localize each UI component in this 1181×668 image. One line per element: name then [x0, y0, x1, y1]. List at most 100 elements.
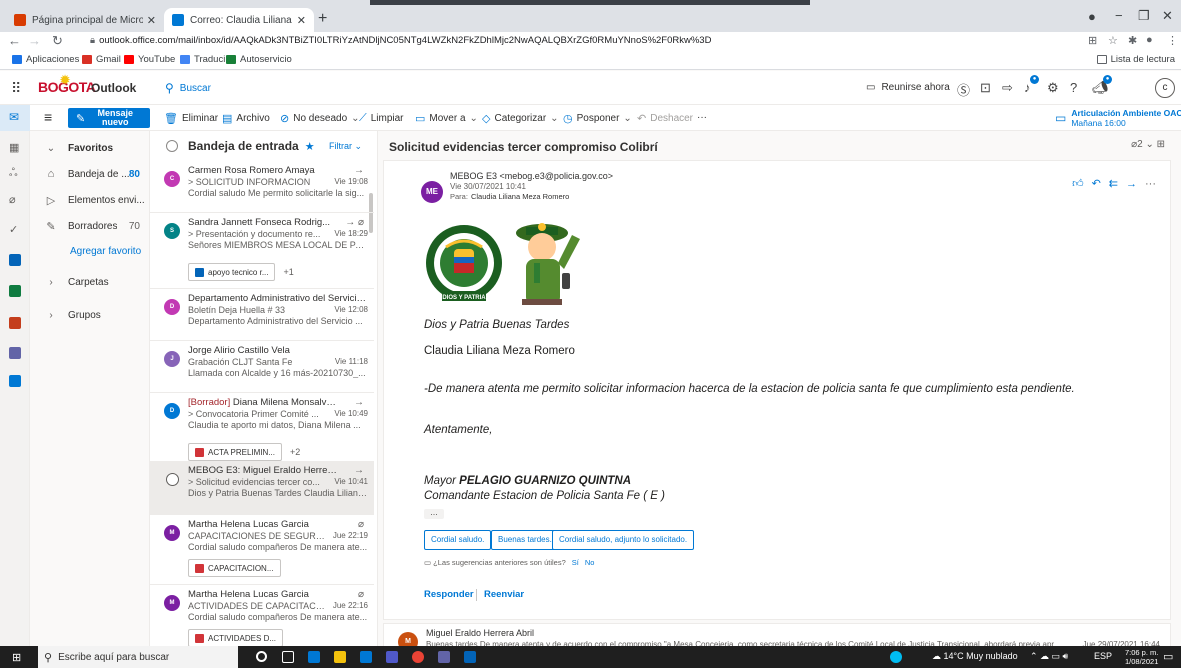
categorize-button[interactable]: ◇ Categorizar ⌄ — [482, 112, 559, 125]
teams-chat-icon[interactable] — [438, 651, 450, 663]
forward-button[interactable]: Reenviar — [484, 589, 524, 600]
select-all-checkbox[interactable] — [166, 140, 178, 152]
more-icon[interactable]: ··· — [1145, 178, 1156, 190]
back-button[interactable]: ← — [8, 33, 21, 48]
delete-button[interactable]: 🗑︎ Eliminar — [164, 112, 218, 125]
select-checkbox[interactable] — [166, 473, 179, 486]
snooze-button[interactable]: ◷ Posponer ⌄ — [563, 112, 632, 125]
reload-button[interactable]: ↻ — [52, 33, 63, 49]
mail-app-icon[interactable] — [360, 651, 372, 663]
attachment-chip[interactable]: ACTIVIDADES D... — [188, 629, 284, 646]
calendar-app-icon[interactable]: ▦ — [9, 141, 19, 154]
skype-icon[interactable]: Ⓢ — [957, 80, 970, 99]
folder-inbox[interactable]: ⌂ Bandeja de ... 80 — [30, 162, 150, 186]
browser-menu-icon[interactable]: ⋮ — [1167, 34, 1178, 47]
teams-taskbar-icon[interactable] — [386, 651, 398, 663]
reply-all-icon[interactable]: ⇇ — [1109, 178, 1126, 190]
word-taskbar-icon[interactable] — [464, 651, 476, 663]
language-indicator[interactable]: ESP — [1094, 651, 1112, 661]
undo-button[interactable]: ↶ Deshacer — [637, 112, 693, 125]
file-explorer-icon[interactable] — [334, 651, 346, 663]
excel-icon[interactable] — [9, 285, 21, 297]
attachment-chip[interactable]: apoyo tecnico r... — [188, 263, 276, 281]
suggested-reply-2[interactable]: Buenas tardes. — [491, 530, 559, 550]
bookmark-star-icon[interactable]: ☆ — [1108, 34, 1118, 47]
bookmark-translate[interactable]: Traducir — [180, 54, 229, 65]
expand-icon[interactable]: ⊞ — [1157, 139, 1165, 150]
action-center-icon[interactable]: ▭ — [1163, 650, 1173, 663]
extensions-icon[interactable]: ✱ — [1128, 34, 1137, 47]
more-attachments[interactable]: +2 — [290, 447, 300, 457]
junk-button[interactable]: ⊘ No deseado ⌄ — [280, 112, 360, 125]
groups-header[interactable]: › Grupos — [30, 303, 150, 327]
weather-widget[interactable]: ☁ 14°C Muy nublado — [932, 651, 1018, 662]
app-launcher-icon[interactable]: ⠿ — [11, 80, 21, 97]
help-icon[interactable]: ? — [1070, 80, 1077, 95]
bookmark-self-service[interactable]: Autoservicio — [226, 54, 292, 65]
close-tab-icon[interactable]: ✕ — [297, 14, 306, 27]
show-quoted-button[interactable]: ... — [424, 508, 444, 519]
list-item[interactable]: D Departamento Administrativo del Servic… — [150, 289, 374, 341]
bookmark-apps[interactable]: Aplicaciones — [12, 54, 79, 65]
suggested-reply-3[interactable]: Cordial saludo, adjunto lo solicitado. — [552, 530, 695, 550]
tray-icons[interactable]: ⌃ ☁ ▭ 🔊︎ — [1030, 651, 1068, 662]
reading-list-button[interactable]: Lista de lectura — [1096, 54, 1175, 65]
move-to-button[interactable]: ▭ Mover a ⌄ — [415, 112, 478, 125]
tab-office-home[interactable]: Página principal de Microsoft Off ✕ — [6, 8, 164, 32]
word-icon[interactable] — [9, 254, 21, 266]
restore-button[interactable]: ❐ — [1138, 8, 1150, 24]
more-attachments[interactable]: +1 — [283, 267, 293, 277]
taskbar-search[interactable]: ⚲ Escribe aquí para buscar — [38, 646, 238, 668]
meet-now-button[interactable]: ▭ Reunirse ahora — [866, 82, 950, 93]
url-field[interactable]: 🔒︎ outlook.office.com/mail/inbox/id/AAQkA… — [90, 35, 711, 46]
cortana-icon[interactable] — [256, 651, 267, 662]
bogota-logo[interactable]: ✹ BOGOTA — [38, 73, 96, 95]
close-tab-icon[interactable]: ✕ — [147, 14, 156, 27]
reply-icon[interactable]: ↶ — [1092, 178, 1109, 190]
favorites-header[interactable]: ⌄ Favoritos — [30, 136, 150, 160]
mail-app-tab[interactable]: ✉ — [0, 105, 30, 131]
forward-icon[interactable]: → — [1126, 178, 1145, 190]
close-window-button[interactable]: ✕ — [1162, 8, 1173, 24]
chevron-down-icon[interactable]: ⌄ — [1143, 139, 1157, 150]
windows-start-icon[interactable]: ⊞ — [12, 651, 21, 664]
reply-button[interactable]: Responder — [424, 589, 474, 600]
star-icon[interactable]: ★ — [305, 140, 315, 153]
teams-app-icon[interactable] — [9, 347, 21, 359]
minimize-button[interactable]: − — [1115, 8, 1123, 23]
store-icon[interactable] — [308, 651, 320, 663]
notifications-icon[interactable]: ♪ — [1024, 80, 1031, 95]
new-tab-button[interactable]: + — [318, 10, 327, 28]
app-name[interactable]: Outlook — [91, 81, 136, 95]
translate-icon[interactable]: ⊞ — [1088, 34, 1097, 47]
list-item[interactable]: D [Borrador] Diana Milena Monsalve C... … — [150, 393, 374, 469]
sender-avatar[interactable]: ME — [421, 181, 443, 203]
menu-hamburger-icon[interactable]: ≡ — [44, 109, 52, 125]
settings-gear-icon[interactable]: ⚙ — [1047, 80, 1059, 96]
powerpoint-icon[interactable] — [9, 317, 21, 329]
more-commands-button[interactable]: ··· — [697, 112, 707, 123]
attachment-chip[interactable]: CAPACITACION... — [188, 559, 281, 577]
list-item[interactable]: S Sandra Jannett Fonseca Rodrig... → ⌀ >… — [150, 213, 374, 289]
taskbar-clock[interactable]: 7:06 p. m. 1/08/2021 — [1125, 648, 1158, 666]
sender-address[interactable]: MEBOG E3 <mebog.e3@policia.gov.co> — [450, 171, 613, 181]
bookmark-gmail[interactable]: Gmail — [82, 54, 121, 65]
profile-dot-icon[interactable]: ● — [1088, 9, 1096, 24]
upcoming-event-reminder[interactable]: ▭ Articulación Ambiente OACP Mañana 16:0… — [1055, 108, 1181, 128]
folder-drafts[interactable]: ✎ Borradores 70 — [30, 214, 150, 238]
list-item[interactable]: M Martha Helena Lucas Garcia ⌀ ACTIVIDAD… — [150, 585, 374, 646]
list-item[interactable]: J Jorge Alirio Castillo Vela Grabación C… — [150, 341, 374, 393]
meet-now-tray-icon[interactable] — [890, 651, 902, 663]
search-box[interactable]: ⚲ Buscar — [165, 81, 211, 95]
todo-app-icon[interactable]: ✓ — [9, 223, 18, 236]
like-icon[interactable]: 👍︎ — [1072, 178, 1092, 190]
chrome-icon[interactable] — [412, 651, 424, 663]
feedback-no[interactable]: No — [585, 558, 595, 567]
attach-app-icon[interactable]: ⌀ — [9, 193, 16, 206]
sweep-button[interactable]: ⟋ Limpiar — [359, 112, 404, 125]
account-avatar[interactable]: c — [1155, 78, 1175, 98]
teams-icon[interactable]: ⊡ — [980, 80, 991, 96]
list-item[interactable]: M Martha Helena Lucas Garcia ⌀ CAPACITAC… — [150, 515, 374, 585]
tab-outlook-mail[interactable]: Correo: Claudia Liliana Meza Ror ✕ — [164, 8, 314, 32]
folders-header[interactable]: › Carpetas — [30, 270, 150, 294]
